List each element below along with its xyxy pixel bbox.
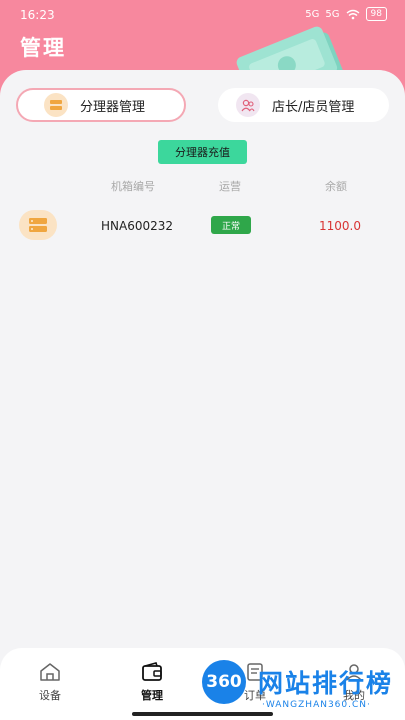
- content-card: 分理器管理 店长/店员管理 分理器充值 机箱编号 运营 余额 HNA600232…: [0, 70, 405, 720]
- server-icon: [19, 210, 57, 240]
- home-icon: [40, 663, 60, 681]
- server-icon: [44, 93, 68, 117]
- wallet-icon: [142, 662, 162, 681]
- column-header-balance: 余额: [325, 180, 347, 193]
- tab-label: 店长/店员管理: [272, 99, 355, 115]
- status-badge: 正常: [211, 216, 251, 234]
- case-number: HNA600232: [101, 219, 174, 233]
- tab-splitter-management[interactable]: 分理器管理: [16, 88, 186, 122]
- users-icon: [236, 93, 260, 117]
- column-header-case-number: 机箱编号: [111, 180, 155, 193]
- watermark-badge: 360: [202, 660, 246, 704]
- nav-label: 设备: [39, 689, 61, 702]
- watermark-text: 网站排行榜: [258, 669, 394, 698]
- watermark-logo: 360 网站排行榜 ·WANGZHAN360.CN·: [200, 660, 405, 716]
- recharge-button[interactable]: 分理器充值: [158, 140, 247, 164]
- nav-label: 管理: [141, 689, 163, 702]
- nav-item-manage[interactable]: 管理: [122, 662, 182, 703]
- watermark-url: ·WANGZHAN360.CN·: [262, 700, 371, 710]
- nav-item-device[interactable]: 设备: [20, 662, 80, 703]
- tab-staff-management[interactable]: 店长/店员管理: [218, 88, 389, 122]
- tab-label: 分理器管理: [80, 99, 146, 115]
- home-indicator: [132, 712, 273, 716]
- balance-value: 1100.0: [319, 219, 361, 233]
- column-header-operation: 运营: [219, 180, 241, 193]
- battery-icon: 98: [365, 7, 387, 21]
- page-title: 管理: [20, 36, 66, 60]
- status-time: 16:23: [20, 8, 55, 22]
